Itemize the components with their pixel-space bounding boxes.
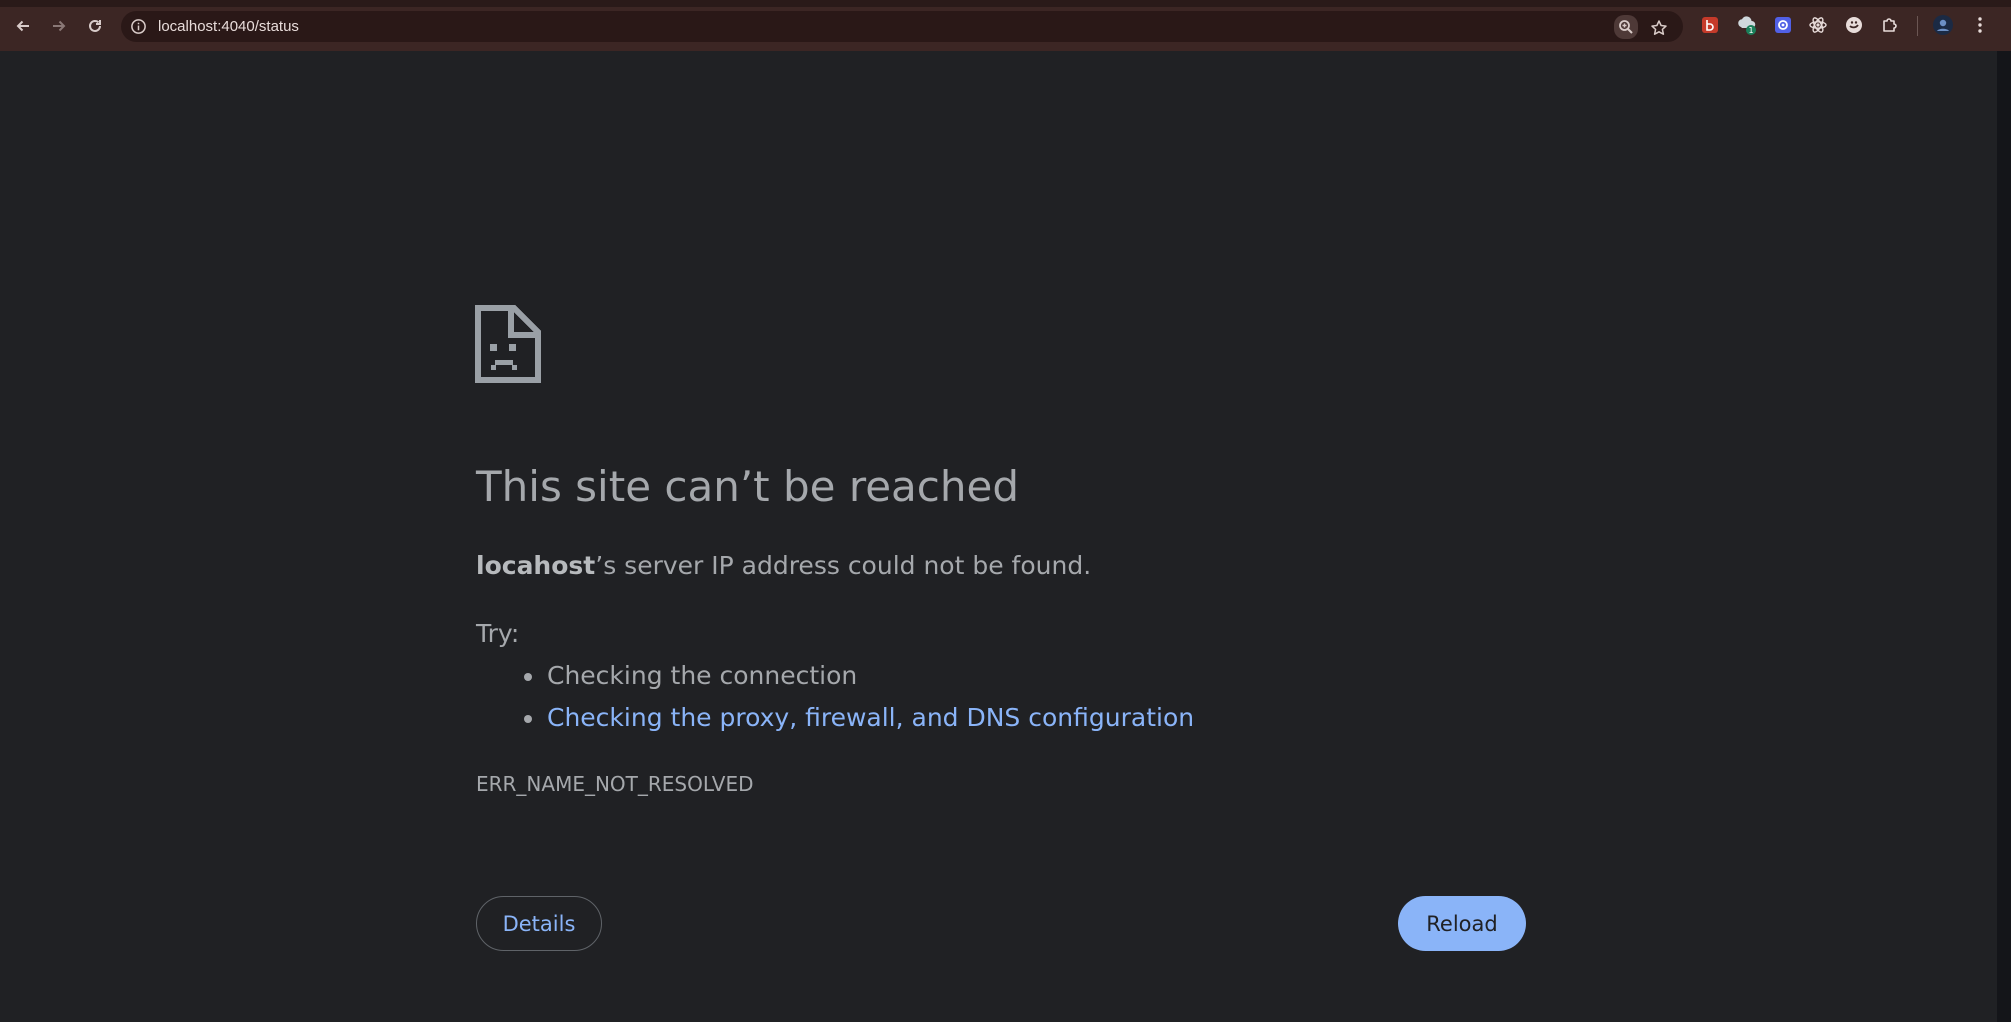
suggestions-list: Checking the connection Checking the pro… — [520, 659, 1194, 743]
list-item: Checking the connection — [520, 659, 1194, 701]
page-title: This site can’t be reached — [476, 462, 1019, 511]
proxy-firewall-dns-link[interactable]: Checking the proxy, firewall, and DNS co… — [547, 703, 1194, 732]
profile-button[interactable] — [1932, 14, 1954, 36]
extension-badge-count: 1 — [1748, 26, 1753, 35]
extension-blue-button[interactable] — [1772, 14, 1794, 36]
extension-circle-button[interactable] — [1843, 14, 1865, 36]
extension-red-button[interactable] — [1699, 14, 1721, 36]
puzzle-icon — [1883, 18, 1897, 32]
atom-icon — [1809, 17, 1827, 33]
extension-badge-button[interactable]: 1 — [1736, 14, 1758, 36]
extension-atom-button[interactable] — [1807, 14, 1829, 36]
toolbar-separator — [1917, 16, 1918, 36]
tab-strip — [0, 0, 2011, 7]
avatar — [1933, 15, 1953, 35]
info-icon[interactable] — [130, 18, 147, 35]
reload-browser-button[interactable] — [82, 13, 108, 39]
error-summary-text: ’s server IP address could not be found. — [595, 551, 1092, 580]
zoom-button[interactable] — [1614, 15, 1638, 39]
list-item: Checking the proxy, firewall, and DNS co… — [520, 701, 1194, 743]
star-icon — [1651, 20, 1667, 35]
error-host: locahost — [476, 551, 596, 580]
extension-cloud-icon: 1 — [1738, 16, 1756, 35]
back-button[interactable] — [10, 13, 36, 39]
more-vertical-icon — [1978, 17, 1982, 33]
forward-button[interactable] — [46, 13, 72, 39]
extension-blue-icon — [1775, 17, 1791, 33]
bookmark-button[interactable] — [1649, 18, 1669, 38]
details-button[interactable]: Details — [476, 896, 602, 951]
suggestion-text: Checking the connection — [547, 661, 858, 690]
url-text[interactable]: localhost:4040/status — [158, 18, 299, 35]
zoom-icon — [1619, 20, 1633, 34]
extension-circle-icon — [1846, 17, 1862, 33]
reload-button[interactable]: Reload — [1398, 896, 1526, 951]
try-label: Try: — [476, 619, 520, 648]
address-bar[interactable]: localhost:4040/status — [121, 11, 1683, 42]
browser-menu-button[interactable] — [1969, 14, 1991, 36]
sad-page-icon — [475, 305, 541, 383]
error-summary: locahost’s server IP address could not b… — [476, 551, 1091, 580]
arrow-left-icon — [16, 20, 29, 32]
browser-toolbar: localhost:4040/status 1 — [0, 0, 2011, 51]
extensions-menu-button[interactable] — [1879, 14, 1901, 36]
extension-red-icon — [1702, 17, 1718, 33]
error-code: ERR_NAME_NOT_RESOLVED — [476, 772, 754, 796]
window-edge — [1997, 51, 2011, 1022]
arrow-right-icon — [53, 20, 66, 32]
error-page — [0, 51, 1997, 1022]
reload-icon — [89, 19, 101, 32]
